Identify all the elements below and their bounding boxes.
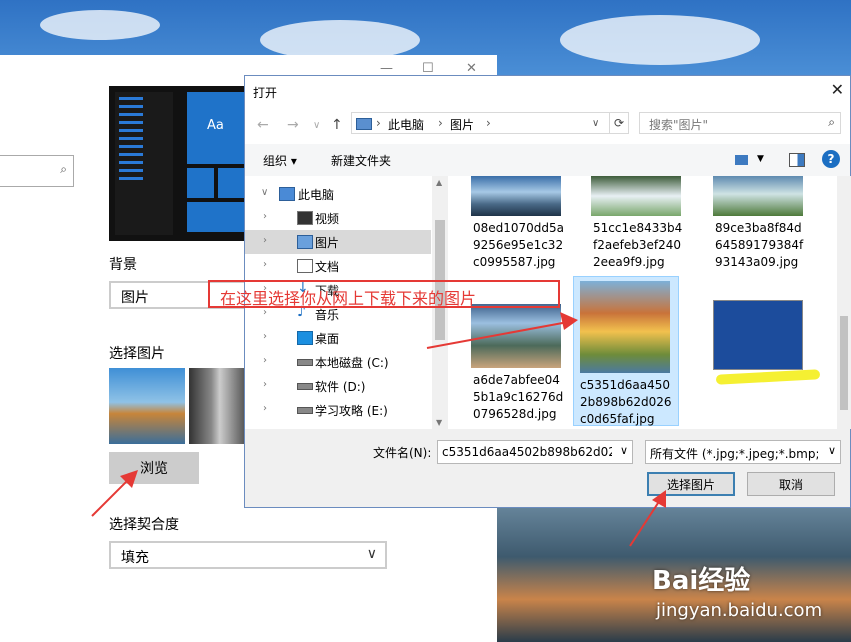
drive-icon (297, 383, 313, 390)
select-picture-button[interactable]: 选择图片 (647, 472, 735, 496)
recent-dropdown-icon[interactable]: ∨ (313, 120, 320, 131)
computer-icon (279, 187, 295, 201)
video-folder-icon (297, 211, 313, 225)
fit-dropdown-value: 填充 (121, 550, 149, 566)
dialog-search-input[interactable]: 搜索"图片" ⌕ (639, 112, 841, 134)
picture-thumbnail-rock[interactable] (189, 368, 245, 444)
file-thumbnail (713, 176, 803, 216)
chevron-down-icon[interactable]: ∨ (828, 444, 836, 457)
chevron-right-icon[interactable]: › (263, 259, 267, 270)
new-folder-button[interactable]: 新建文件夹 (331, 152, 391, 169)
file-item[interactable]: 08ed1070dd5a9256e95e1c32c0995587.jpg (459, 176, 564, 276)
settings-search-input[interactable]: ⌕ (0, 155, 74, 187)
view-dropdown-icon[interactable]: ▼ (757, 154, 764, 164)
search-icon: ⌕ (828, 115, 835, 129)
tree-item-this-pc[interactable]: ∨ 此电脑 (245, 182, 431, 206)
file-scrollbar[interactable] (837, 176, 851, 429)
chevron-down-icon[interactable]: ∨ (620, 444, 628, 457)
breadcrumb-this-pc[interactable]: 此电脑 (388, 116, 424, 133)
refresh-icon[interactable]: ⟳ (609, 112, 629, 134)
expand-chevron-icon[interactable]: ∨ (261, 187, 268, 198)
file-thumbnail (471, 304, 561, 368)
drive-icon (297, 407, 313, 414)
tree-item-videos[interactable]: › 视频 (245, 206, 431, 230)
file-scrollbar-thumb[interactable] (840, 316, 848, 410)
address-bar[interactable]: › 此电脑 › 图片 › ∨ (351, 112, 629, 134)
view-options-icon[interactable] (735, 155, 748, 165)
file-item[interactable]: 89ce3ba8f84d64589179384f93143a09.jpg (701, 176, 803, 276)
file-item-selected[interactable]: c5351d6aa4502b898b62d026c0d65faf.jpg (573, 276, 679, 426)
drive-icon (297, 359, 313, 366)
picture-thumbnail-beach[interactable] (109, 368, 185, 444)
filename-label: 文件名(N): (373, 446, 432, 460)
fit-dropdown[interactable]: 填充 ∨ (109, 541, 387, 569)
tree-item-drive-d[interactable]: › 软件 (D:) (245, 374, 431, 398)
up-arrow-icon[interactable]: ↑ (331, 117, 343, 133)
file-thumbnail (713, 300, 803, 370)
chevron-down-icon: ∨ (366, 546, 377, 562)
browse-button[interactable]: 浏览 (109, 452, 199, 484)
help-icon[interactable]: ? (822, 150, 840, 168)
filename-input[interactable]: c5351d6aa4502b898b62d026 ∨ (437, 440, 633, 464)
forward-arrow-icon[interactable]: → (287, 117, 299, 133)
dialog-search-placeholder: 搜索"图片" (649, 118, 709, 132)
organize-menu[interactable]: 组织 ▾ (263, 152, 297, 169)
fit-label: 选择契合度 (109, 517, 179, 533)
watermark-url: jingyan.baidu.com (656, 600, 823, 621)
chevron-right-icon[interactable]: › (263, 379, 267, 390)
desktop-folder-icon (297, 331, 313, 345)
back-arrow-icon[interactable]: ← (257, 117, 269, 133)
chevron-right-icon[interactable]: › (263, 235, 267, 246)
maximize-icon[interactable]: ☐ (422, 61, 434, 76)
annotation-box: 在这里选择你从网上下载下来的图片 (208, 280, 560, 308)
dialog-title: 打开 (253, 86, 278, 100)
preview-start-menu (115, 92, 173, 235)
search-icon: ⌕ (60, 162, 67, 176)
chevron-right-icon[interactable]: › (263, 403, 267, 414)
file-thumbnail (471, 176, 561, 216)
preview-tile-aa: Aa (187, 92, 245, 164)
choose-picture-label: 选择图片 (109, 346, 165, 362)
dialog-toolbar: 组织 ▾ 新建文件夹 ▼ ? (245, 144, 850, 176)
minimize-icon[interactable]: — (380, 61, 393, 76)
tree-item-desktop[interactable]: › 桌面 (245, 326, 431, 350)
preview-pane-icon[interactable] (789, 153, 805, 167)
tree-item-pictures[interactable]: › 图片 (245, 230, 431, 254)
filetype-select[interactable]: 所有文件 (*.jpg;*.jpeg;*.bmp;*. ∨ (645, 440, 841, 464)
chevron-right-icon[interactable]: › (263, 331, 267, 342)
tree-item-drive-c[interactable]: › 本地磁盘 (C:) (245, 350, 431, 374)
tree-item-drive-e[interactable]: › 学习攻略 (E:) (245, 398, 431, 422)
background-dropdown-value: 图片 (121, 290, 149, 306)
documents-folder-icon (297, 259, 313, 273)
close-icon[interactable]: ✕ (466, 61, 477, 76)
tree-item-documents[interactable]: › 文档 (245, 254, 431, 278)
dialog-footer: 文件名(N): c5351d6aa4502b898b62d026 ∨ 所有文件 … (245, 429, 850, 507)
annotation-text: 在这里选择你从网上下载下来的图片 (220, 289, 477, 308)
pictures-folder-icon (356, 118, 372, 130)
breadcrumb-pictures[interactable]: 图片 (450, 116, 474, 133)
cancel-button[interactable]: 取消 (747, 472, 835, 496)
chevron-right-icon[interactable]: › (263, 355, 267, 366)
chevron-right-icon[interactable]: › (263, 211, 267, 222)
address-dropdown-icon[interactable]: ∨ (592, 118, 599, 129)
file-item[interactable]: 51cc1e8433b4f2aefeb3ef2402eea9f9.jpg (579, 176, 682, 276)
file-thumbnail (580, 281, 670, 373)
pictures-folder-icon (297, 235, 313, 249)
file-item[interactable] (701, 300, 803, 424)
file-item[interactable]: a6de7abfee045b1a9c16276d0796528d.jpg (459, 300, 563, 424)
file-thumbnail (591, 176, 681, 216)
watermark-brand: Bai经验 (652, 566, 751, 596)
background-label: 背景 (109, 257, 137, 273)
dialog-close-icon[interactable]: ✕ (831, 80, 844, 99)
